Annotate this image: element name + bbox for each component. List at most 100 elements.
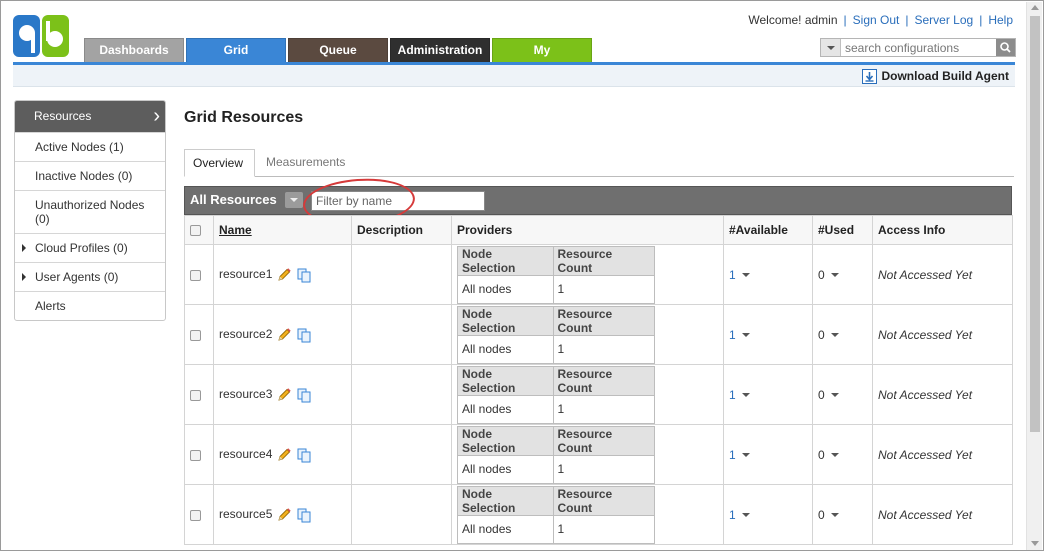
row-checkbox[interactable] bbox=[190, 509, 201, 521]
providers-cell: Node Selection Resource Count All nodes 1 bbox=[451, 424, 724, 485]
copy-icon[interactable] bbox=[296, 327, 312, 343]
row-select-cell bbox=[184, 364, 214, 425]
sidebar-item-label: User Agents (0) bbox=[35, 270, 119, 284]
chevron-down-icon[interactable] bbox=[830, 273, 839, 278]
available-cell[interactable]: 1 bbox=[723, 484, 813, 545]
edit-pencil-icon[interactable] bbox=[276, 267, 292, 283]
available-cell[interactable]: 1 bbox=[723, 304, 813, 365]
resource-name-cell: resource5 bbox=[213, 484, 352, 545]
sidebar-item-active-nodes[interactable]: Active Nodes (1) bbox=[15, 132, 165, 161]
edit-pencil-icon[interactable] bbox=[276, 327, 292, 343]
chevron-down-icon[interactable] bbox=[741, 513, 750, 518]
chevron-down-icon[interactable] bbox=[830, 333, 839, 338]
available-count[interactable]: 1 bbox=[729, 448, 736, 462]
providers-table: Node Selection Resource Count All nodes 1 bbox=[457, 425, 655, 484]
chevron-down-icon[interactable] bbox=[741, 453, 750, 458]
used-cell[interactable]: 0 bbox=[812, 484, 873, 545]
providers-cell: Node Selection Resource Count All nodes 1 bbox=[451, 364, 724, 425]
provider-header-resource-count: Resource Count bbox=[552, 425, 655, 456]
used-cell[interactable]: 0 bbox=[812, 304, 873, 365]
available-count[interactable]: 1 bbox=[729, 388, 736, 402]
expand-triangle-icon[interactable] bbox=[22, 273, 26, 281]
column-header-name[interactable]: Name bbox=[213, 215, 352, 245]
resource-count-value: 1 bbox=[552, 274, 655, 304]
available-count[interactable]: 1 bbox=[729, 508, 736, 522]
providers-cell: Node Selection Resource Count All nodes 1 bbox=[451, 484, 724, 545]
available-count[interactable]: 1 bbox=[729, 328, 736, 342]
chevron-down-icon[interactable] bbox=[741, 333, 750, 338]
row-checkbox[interactable] bbox=[190, 449, 201, 461]
copy-icon[interactable] bbox=[296, 267, 312, 283]
tab-grid[interactable]: Grid bbox=[186, 38, 286, 62]
chevron-down-icon[interactable] bbox=[830, 393, 839, 398]
description-cell bbox=[351, 244, 452, 305]
search-box bbox=[820, 38, 1016, 57]
search-scope-dropdown[interactable] bbox=[821, 39, 841, 56]
help-link[interactable]: Help bbox=[988, 13, 1013, 27]
sidebar-item-unauthorized-nodes[interactable]: Unauthorized Nodes (0) bbox=[15, 190, 165, 233]
copy-icon[interactable] bbox=[296, 447, 312, 463]
scroll-up-arrow-icon[interactable] bbox=[1031, 5, 1039, 10]
vertical-scrollbar[interactable] bbox=[1026, 2, 1042, 550]
chevron-down-icon[interactable] bbox=[741, 393, 750, 398]
tab-measurements[interactable]: Measurements bbox=[258, 149, 353, 177]
provider-header-resource-count: Resource Count bbox=[552, 365, 655, 396]
scrollbar-thumb[interactable] bbox=[1030, 16, 1040, 432]
resource-name-cell: resource4 bbox=[213, 424, 352, 485]
chevron-down-icon[interactable] bbox=[830, 513, 839, 518]
edit-pencil-icon[interactable] bbox=[276, 507, 292, 523]
used-cell[interactable]: 0 bbox=[812, 244, 873, 305]
expand-triangle-icon[interactable] bbox=[22, 244, 26, 252]
edit-pencil-icon[interactable] bbox=[276, 447, 292, 463]
available-cell[interactable]: 1 bbox=[723, 364, 813, 425]
resource-name: resource4 bbox=[219, 446, 273, 461]
search-input[interactable] bbox=[843, 39, 995, 56]
filter-by-name-input[interactable] bbox=[311, 191, 485, 211]
provider-header-node-selection: Node Selection bbox=[457, 245, 554, 276]
download-build-agent-link[interactable]: Download Build Agent bbox=[862, 67, 1009, 85]
node-selection-value: All nodes bbox=[457, 514, 554, 544]
sidebar-item-inactive-nodes[interactable]: Inactive Nodes (0) bbox=[15, 161, 165, 190]
sidebar-item-label: Inactive Nodes (0) bbox=[35, 169, 133, 183]
sign-out-link[interactable]: Sign Out bbox=[853, 13, 900, 27]
sidebar-item-alerts[interactable]: Alerts bbox=[15, 291, 165, 320]
chevron-down-icon[interactable] bbox=[830, 453, 839, 458]
grid-options-dropdown[interactable] bbox=[285, 192, 303, 208]
sidebar-item-user-agents[interactable]: User Agents (0) bbox=[15, 262, 165, 291]
sidebar-item-cloud-profiles[interactable]: Cloud Profiles (0) bbox=[15, 233, 165, 262]
scroll-down-arrow-icon[interactable] bbox=[1031, 541, 1039, 546]
row-checkbox[interactable] bbox=[190, 329, 201, 341]
server-log-link[interactable]: Server Log bbox=[914, 13, 973, 27]
sidebar-header-resources[interactable]: Resources › bbox=[15, 101, 165, 132]
access-info-cell: Not Accessed Yet bbox=[872, 244, 1013, 305]
providers-cell: Node Selection Resource Count All nodes 1 bbox=[451, 304, 724, 365]
access-info-cell: Not Accessed Yet bbox=[872, 424, 1013, 485]
row-checkbox[interactable] bbox=[190, 389, 201, 401]
provider-header-node-selection: Node Selection bbox=[457, 425, 554, 456]
tab-dashboards[interactable]: Dashboards bbox=[84, 38, 184, 62]
copy-icon[interactable] bbox=[296, 507, 312, 523]
select-all-cell bbox=[184, 215, 214, 245]
available-cell[interactable]: 1 bbox=[723, 424, 813, 485]
available-cell[interactable]: 1 bbox=[723, 244, 813, 305]
table-row: resource4 Node Selection Resource Count A… bbox=[184, 424, 1013, 485]
tab-administration[interactable]: Administration bbox=[390, 38, 490, 62]
tab-queue[interactable]: Queue bbox=[288, 38, 388, 62]
tab-my[interactable]: My bbox=[492, 38, 592, 62]
available-count[interactable]: 1 bbox=[729, 268, 736, 282]
edit-pencil-icon[interactable] bbox=[276, 387, 292, 403]
chevron-down-icon[interactable] bbox=[741, 273, 750, 278]
table-row: resource3 Node Selection Resource Count A… bbox=[184, 364, 1013, 425]
used-cell[interactable]: 0 bbox=[812, 424, 873, 485]
search-button[interactable] bbox=[996, 39, 1015, 56]
used-count: 0 bbox=[818, 267, 825, 282]
tab-overview[interactable]: Overview bbox=[184, 149, 255, 177]
row-checkbox[interactable] bbox=[190, 269, 201, 281]
copy-icon[interactable] bbox=[296, 387, 312, 403]
top-links: Welcome! admin | Sign Out | Server Log | Help bbox=[748, 13, 1013, 27]
select-all-checkbox[interactable] bbox=[190, 225, 201, 237]
used-cell[interactable]: 0 bbox=[812, 364, 873, 425]
resource-count-value: 1 bbox=[552, 334, 655, 364]
used-count: 0 bbox=[818, 387, 825, 402]
row-select-cell bbox=[184, 244, 214, 305]
